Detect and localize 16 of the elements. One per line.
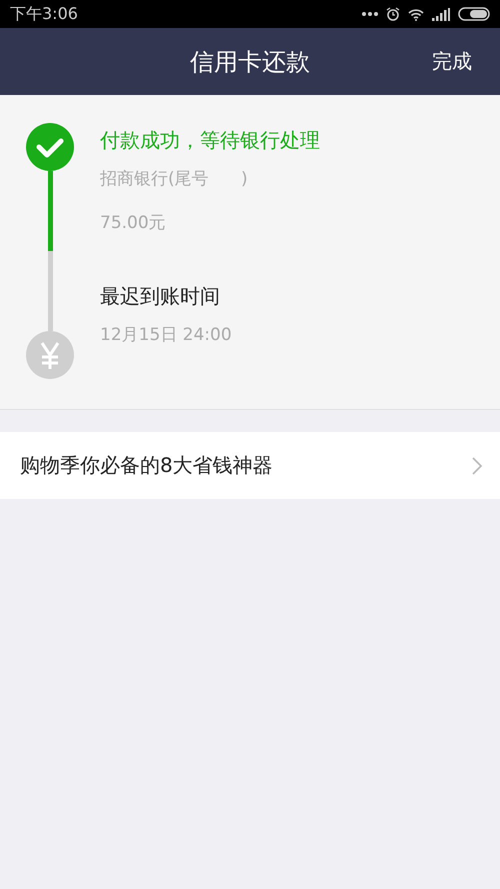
step-title: 付款成功，等待银行处理 xyxy=(100,127,320,154)
promo-row[interactable]: 购物季你必备的8大省钱神器 xyxy=(0,432,500,499)
signal-icon xyxy=(432,8,450,20)
alarm-icon xyxy=(386,7,400,21)
wifi-icon xyxy=(408,8,424,20)
page-title: 信用卡还款 xyxy=(190,46,310,78)
step-detail: 12月15日 24:00 xyxy=(100,324,233,347)
status-time: 下午3:06 xyxy=(10,4,78,24)
step-detail: 招商银行(尾号 ) xyxy=(100,168,249,191)
chevron-icon xyxy=(472,456,482,474)
promo-label: 购物季你必备的8大省钱神器 xyxy=(20,452,273,479)
step-title: 最迟到账时间 xyxy=(100,283,221,310)
done-button[interactable]: 完成 xyxy=(432,48,472,75)
more-icon xyxy=(362,12,378,16)
step-detail: 75.00元 xyxy=(100,212,167,235)
battery-icon xyxy=(458,7,490,21)
